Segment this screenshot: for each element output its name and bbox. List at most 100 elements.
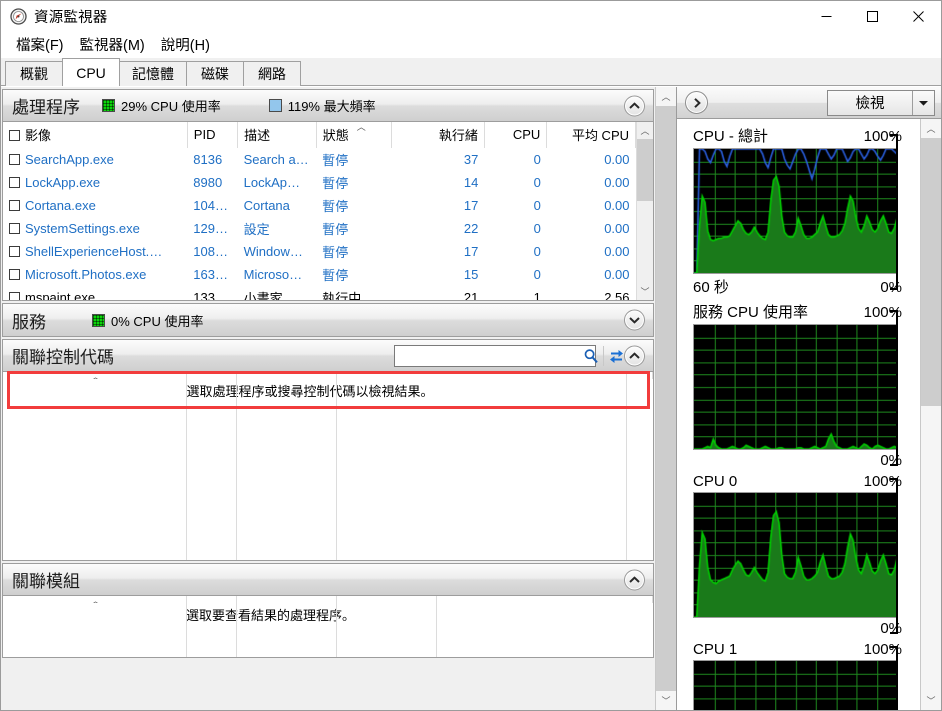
left-scroll-track[interactable] xyxy=(656,106,676,691)
main-body: 處理程序 29% CPU 使用率 119% 最大頻率 影像 PID 描述 狀態 … xyxy=(1,87,941,710)
graphs-area: CPU - 總計 100% 60 秒 0% 服務 CPU 使用率 100% 0%… xyxy=(677,119,941,710)
cell-pid: 129… xyxy=(193,221,228,236)
select-all-checkbox[interactable] xyxy=(9,130,20,141)
col-divider xyxy=(236,596,237,657)
scroll-up-icon[interactable]: ︿ xyxy=(637,122,653,139)
services-header[interactable]: 服務 0% CPU 使用率 xyxy=(3,304,653,336)
tab-disk[interactable]: 磁碟 xyxy=(186,61,244,86)
tab-overview[interactable]: 概觀 xyxy=(5,61,63,86)
scroll-down-icon[interactable]: ﹀ xyxy=(921,691,941,710)
menu-monitor[interactable]: 監視器(M) xyxy=(72,32,153,58)
maximize-button[interactable] xyxy=(849,1,895,32)
table-row[interactable]: LockApp.exe 8980 LockAp… 暫停 14 0 0.00 xyxy=(3,171,636,194)
cell-image[interactable]: mspaint.exe xyxy=(3,286,187,300)
processes-scrollbar[interactable]: ︿ ﹀ xyxy=(636,122,653,300)
col-pid[interactable]: PID xyxy=(187,122,239,148)
col-handle-type[interactable] xyxy=(236,372,337,379)
cell-image[interactable]: SystemSettings.exe xyxy=(3,217,187,240)
chevron-down-icon[interactable] xyxy=(912,90,934,115)
close-button[interactable] xyxy=(895,1,941,32)
scroll-down-icon[interactable]: ﹀ xyxy=(637,283,653,300)
cell-cpu: 0 xyxy=(533,152,541,167)
row-checkbox[interactable] xyxy=(9,223,20,234)
magnifier-icon[interactable] xyxy=(579,346,603,366)
handles-table-wrap: ︿ 選取處理程序或搜尋控制代碼以檢視結果。 xyxy=(3,372,653,560)
tab-network[interactable]: 網路 xyxy=(243,61,301,86)
row-checkbox[interactable] xyxy=(9,200,20,211)
graph-cpu-1-bracket xyxy=(890,646,898,710)
handles-search-box[interactable] xyxy=(394,344,623,367)
resource-monitor-icon xyxy=(10,8,27,25)
table-row[interactable]: Cortana.exe 104… Cortana 暫停 17 0 0.00 xyxy=(3,194,636,217)
table-row[interactable]: ShellExperienceHost.… 108… Window… 暫停 17… xyxy=(3,240,636,263)
scroll-up-icon[interactable]: ︿ xyxy=(921,119,941,139)
processes-collapse-button[interactable] xyxy=(624,95,645,116)
cell-description: 小畫家 xyxy=(243,291,283,300)
table-row[interactable]: SystemSettings.exe 129… 設定 暫停 22 0 0.00 xyxy=(3,217,636,240)
services-cpu-legend: 0% CPU 使用率 xyxy=(92,311,203,330)
table-row[interactable]: SearchApp.exe 8136 Search a… 暫停 37 0 0.0… xyxy=(3,148,636,171)
row-checkbox[interactable] xyxy=(9,177,20,188)
col-module-version[interactable] xyxy=(336,596,437,603)
right-scroll-track[interactable] xyxy=(921,138,941,691)
col-threads[interactable]: 執行緒 xyxy=(391,122,485,148)
handles-header[interactable]: 關聯控制代碼 xyxy=(3,340,653,372)
cell-image[interactable]: ShellExperienceHost.… xyxy=(3,240,187,263)
col-module-pid[interactable] xyxy=(186,596,237,603)
modules-collapse-button[interactable] xyxy=(624,569,645,590)
col-handle-image[interactable]: ︿ xyxy=(3,372,187,379)
right-scroll-thumb[interactable] xyxy=(921,138,941,407)
view-button[interactable]: 檢視 xyxy=(827,89,935,116)
tab-cpu[interactable]: CPU xyxy=(62,58,120,86)
modules-header[interactable]: 關聯模組 xyxy=(3,564,653,596)
row-checkbox[interactable] xyxy=(9,269,20,280)
col-avg-cpu[interactable]: 平均 CPU xyxy=(546,122,636,148)
row-checkbox[interactable] xyxy=(9,154,20,165)
green-swatch-icon xyxy=(102,99,115,112)
cell-image[interactable]: Cortana.exe xyxy=(3,194,187,217)
col-image[interactable]: 影像 xyxy=(3,122,188,148)
menu-help[interactable]: 說明(H) xyxy=(153,32,218,58)
col-status[interactable]: 狀態 ︿ xyxy=(316,122,393,148)
cell-description: Cortana xyxy=(243,198,290,213)
processes-header[interactable]: 處理程序 29% CPU 使用率 119% 最大頻率 xyxy=(3,90,653,122)
handles-collapse-button[interactable] xyxy=(624,345,645,366)
chevron-right-icon[interactable] xyxy=(685,91,708,114)
scroll-up-icon[interactable]: ︿ xyxy=(656,87,676,106)
col-cpu[interactable]: CPU xyxy=(484,122,548,148)
minimize-button[interactable] xyxy=(803,1,849,32)
cell-avg-cpu: 2.56 xyxy=(604,290,630,300)
cell-image[interactable]: LockApp.exe xyxy=(3,171,187,194)
col-module-path[interactable] xyxy=(436,596,653,603)
cell-image[interactable]: SearchApp.exe xyxy=(3,148,187,171)
processes-scroll-thumb[interactable] xyxy=(637,139,653,201)
cell-cpu: 0 xyxy=(533,221,541,236)
table-row[interactable]: mspaint.exe 133… 小畫家 執行中 21 1 2.56 xyxy=(3,286,636,300)
processes-scroll-track[interactable] xyxy=(637,139,653,283)
right-pane-scrollbar[interactable]: ︿ ﹀ xyxy=(920,119,941,710)
col-divider xyxy=(336,596,337,657)
col-handle-pid[interactable] xyxy=(186,372,237,379)
col-description[interactable]: 描述 xyxy=(237,122,317,148)
cell-image[interactable]: Microsoft.Photos.exe xyxy=(3,263,187,286)
cell-pid: 133… xyxy=(193,290,228,300)
cell-pid: 104… xyxy=(193,198,228,213)
left-scroll-thumb[interactable] xyxy=(656,106,676,691)
row-checkbox[interactable] xyxy=(9,246,20,257)
cell-status: 暫停 xyxy=(322,222,349,237)
tab-memory[interactable]: 記憶體 xyxy=(119,61,187,86)
left-pane-scrollbar[interactable]: ︿ ﹀ xyxy=(655,87,676,710)
row-checkbox[interactable] xyxy=(9,292,20,300)
col-module-name[interactable] xyxy=(236,596,337,603)
scroll-down-icon[interactable]: ﹀ xyxy=(656,691,676,710)
graph-cpu-total-title: CPU - 總計 xyxy=(693,128,769,146)
cell-status: 暫停 xyxy=(322,268,349,283)
col-module-image[interactable]: ︿ xyxy=(3,596,187,603)
cell-avg-cpu: 0.00 xyxy=(604,244,630,259)
title-bar: 資源監視器 xyxy=(1,1,941,32)
menu-file[interactable]: 檔案(F) xyxy=(8,32,72,58)
services-expand-button[interactable] xyxy=(624,309,645,331)
col-handle-name[interactable] xyxy=(336,372,627,379)
search-input[interactable] xyxy=(395,345,579,366)
table-row[interactable]: Microsoft.Photos.exe 163… Microso… 暫停 15… xyxy=(3,263,636,286)
